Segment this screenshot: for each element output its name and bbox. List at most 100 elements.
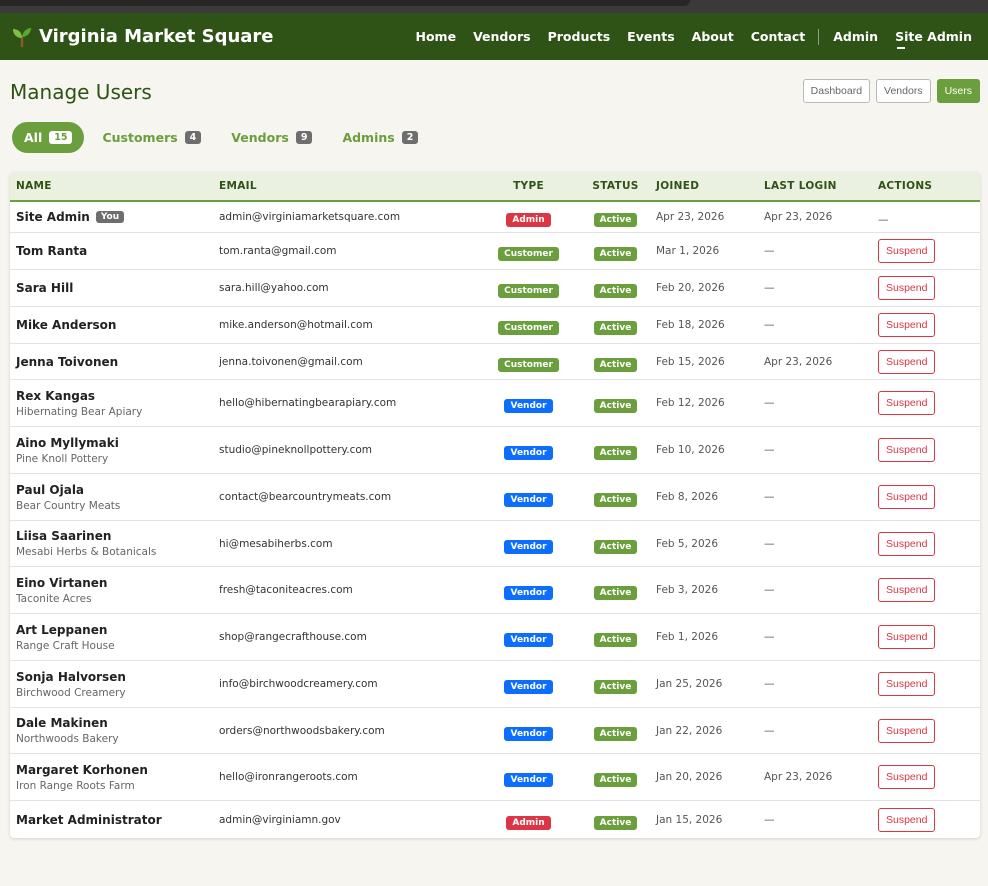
cell-joined: Jan 22, 2026: [656, 724, 723, 737]
vendor-business-name: Taconite Acres: [16, 592, 92, 605]
nav-site-admin[interactable]: Site Admin: [895, 29, 972, 49]
no-action: —: [878, 213, 889, 226]
users-button[interactable]: Users: [936, 79, 980, 103]
top-navbar: Virginia Market Square Home Vendors Prod…: [0, 13, 988, 60]
nav-events[interactable]: Events: [627, 29, 674, 44]
suspend-button[interactable]: Suspend: [878, 765, 936, 789]
user-name-text: Site Admin: [16, 210, 90, 224]
table-row: Liisa Saarinen Mesabi Herbs & Botanicals h…: [10, 521, 980, 567]
cell-actions: Suspend: [874, 718, 980, 743]
table-row: Site Admin You admin@virginiamarketsquare.…: [10, 202, 980, 233]
user-name: Sonja Halvorsen: [16, 670, 219, 684]
cell-actions: Suspend: [874, 391, 980, 415]
cell-actions: Suspend: [874, 313, 980, 337]
nav-admin[interactable]: Admin: [833, 29, 878, 44]
suspend-button[interactable]: Suspend: [878, 578, 936, 602]
cell-actions: Suspend: [874, 276, 980, 300]
users-table: NAME EMAIL TYPE STATUS JOINED LAST LOGIN…: [10, 172, 980, 838]
cell-name: Liisa Saarinen Mesabi Herbs & Botanicals: [10, 529, 219, 558]
user-name-text: Rex Kangas: [16, 388, 96, 403]
cell-type: Admin: [477, 810, 580, 830]
user-name-text: Paul Ojala: [16, 482, 85, 497]
cell-actions: Suspend: [874, 672, 980, 696]
suspend-button[interactable]: Suspend: [878, 391, 936, 415]
type-badge: Vendor: [504, 633, 553, 647]
suspend-button[interactable]: Suspend: [878, 672, 936, 696]
nav-contact[interactable]: Contact: [751, 29, 805, 44]
user-name: Market Administrator: [16, 813, 219, 827]
cell-type: Customer: [477, 241, 580, 261]
user-name: Rex Kangas: [16, 389, 219, 403]
suspend-button[interactable]: Suspend: [878, 349, 936, 374]
suspend-button[interactable]: Suspend: [878, 438, 936, 462]
suspend-button[interactable]: Suspend: [878, 531, 936, 556]
cell-joined: Feb 1, 2026: [656, 631, 719, 643]
cell-last-login: Apr 23, 2026: [764, 355, 833, 368]
col-header-name: NAME: [16, 180, 52, 192]
status-badge: Active: [593, 399, 638, 413]
cell-name: Tom Ranta: [10, 244, 219, 258]
col-header-type: TYPE: [513, 180, 544, 192]
cell-email: admin@virginiamarketsquare.com: [219, 211, 401, 223]
cell-last-login: —: [764, 584, 775, 596]
vendors-button[interactable]: Vendors: [876, 79, 931, 103]
nav-products[interactable]: Products: [548, 29, 611, 44]
type-badge: Vendor: [504, 773, 553, 787]
cell-last-login: —: [764, 282, 775, 294]
cell-joined: Feb 5, 2026: [656, 537, 719, 550]
cell-last-login: —: [764, 724, 775, 737]
table-row: Eino Virtanen Taconite Acres fresh@taconit…: [10, 567, 980, 614]
cell-email: jenna.toivonen@gmail.com: [219, 355, 363, 368]
filter-tab-customers[interactable]: Customers 4: [90, 122, 213, 153]
suspend-button[interactable]: Suspend: [878, 807, 936, 832]
cell-last-login: —: [764, 678, 775, 690]
suspend-button[interactable]: Suspend: [878, 625, 936, 649]
cell-actions: Suspend: [874, 807, 980, 832]
window-top-strip: [0, 0, 988, 13]
type-badge: Customer: [498, 321, 559, 335]
status-badge: Active: [593, 247, 638, 261]
table-row: Dale Makinen Northwoods Bakery orders@nort…: [10, 708, 980, 754]
nav-home[interactable]: Home: [416, 29, 457, 44]
filter-tab-admins[interactable]: Admins 2: [330, 122, 430, 153]
cell-type: Vendor: [477, 627, 580, 647]
brand-name: Virginia Market Square: [39, 26, 274, 47]
brand-link[interactable]: Virginia Market Square: [12, 26, 274, 48]
user-name-text: Market Administrator: [16, 812, 162, 827]
filter-tab-vendors[interactable]: Vendors 9: [219, 122, 324, 153]
cell-actions: Suspend: [874, 765, 980, 789]
cell-joined: Feb 12, 2026: [656, 397, 725, 409]
cell-joined: Feb 18, 2026: [656, 319, 725, 331]
user-name-text: Mike Anderson: [16, 318, 117, 332]
nav-vendors[interactable]: Vendors: [473, 29, 531, 44]
suspend-button[interactable]: Suspend: [878, 239, 936, 263]
type-badge: Vendor: [504, 493, 553, 507]
filter-tab-all[interactable]: All 15: [12, 122, 85, 153]
table-header-row: NAME EMAIL TYPE STATUS JOINED LAST LOGIN…: [10, 172, 980, 202]
suspend-button[interactable]: Suspend: [878, 313, 936, 337]
vendor-business-name: Hibernating Bear Apiary: [16, 405, 143, 418]
cell-status: Active: [580, 440, 651, 460]
suspend-button[interactable]: Suspend: [878, 718, 936, 743]
cell-last-login: —: [764, 319, 775, 331]
user-name: Art Leppanen: [16, 623, 219, 637]
type-badge: Vendor: [504, 726, 553, 741]
nav-about[interactable]: About: [692, 29, 734, 44]
cell-type: Vendor: [477, 674, 580, 694]
suspend-button[interactable]: Suspend: [878, 276, 936, 300]
cell-status: Active: [580, 278, 651, 298]
type-badge: Admin: [506, 815, 551, 830]
dashboard-button[interactable]: Dashboard: [802, 79, 871, 103]
cell-status: Active: [580, 241, 651, 261]
cell-last-login: —: [764, 245, 775, 257]
user-name-text: Sara Hill: [16, 281, 74, 295]
cell-name: Art Leppanen Range Craft House: [10, 623, 219, 652]
window-tab-bar: [0, 0, 690, 6]
suspend-button[interactable]: Suspend: [878, 485, 936, 509]
cell-type: Customer: [477, 315, 580, 335]
user-name: Site Admin You: [16, 210, 219, 224]
cell-name: Dale Makinen Northwoods Bakery: [10, 716, 219, 745]
cell-status: Active: [580, 487, 651, 507]
cell-email: contact@bearcountrymeats.com: [219, 491, 392, 503]
user-name: Sara Hill: [16, 281, 219, 295]
